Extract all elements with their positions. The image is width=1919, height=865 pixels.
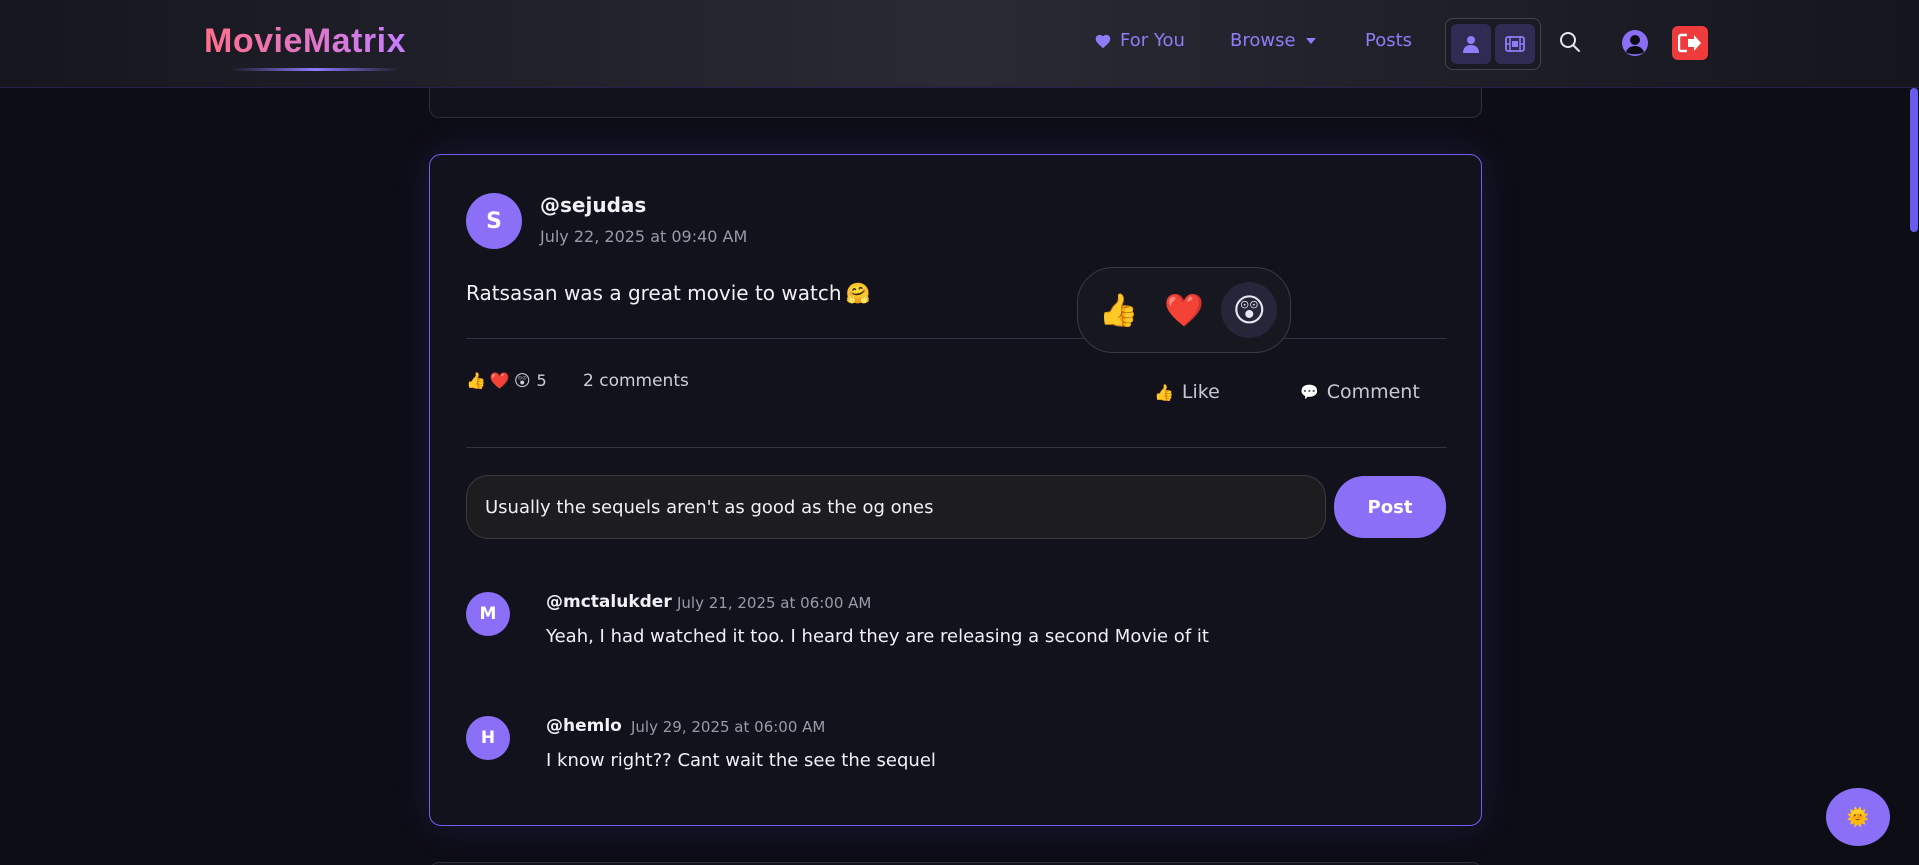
- logo-underline: [230, 68, 400, 71]
- astonished-emoji-icon: 😲: [513, 371, 531, 390]
- logout-icon: [1678, 33, 1701, 53]
- chevron-down-icon: [1305, 37, 1316, 44]
- thumbs-up-icon: 👍: [1154, 382, 1174, 402]
- thumbs-up-icon: 👍: [466, 371, 486, 390]
- movie-view-toggle[interactable]: [1495, 24, 1535, 64]
- speech-bubble-icon: 💬: [1300, 383, 1319, 401]
- heart-icon: [1095, 34, 1111, 48]
- post-card: S @sejudas July 22, 2025 at 09:40 AM Rat…: [429, 154, 1482, 826]
- avatar[interactable]: S: [466, 193, 522, 249]
- view-toggle-group: [1445, 18, 1541, 70]
- comment-timestamp: July 21, 2025 at 06:00 AM: [677, 594, 872, 612]
- reaction-heart-icon[interactable]: ❤️: [1156, 282, 1212, 338]
- comment-item: H @hemlo July 29, 2025 at 06:00 AM I kno…: [466, 716, 1446, 776]
- nav-for-you[interactable]: For You: [1094, 30, 1185, 51]
- logo[interactable]: MovieMatrix: [204, 22, 406, 61]
- comments-count-link[interactable]: 2 comments: [583, 371, 689, 391]
- comment-text: I know right?? Cant wait the see the seq…: [546, 750, 936, 771]
- comment-label: Comment: [1326, 381, 1420, 403]
- person-icon: [1463, 36, 1479, 53]
- nav-for-you-label: For You: [1120, 30, 1185, 51]
- divider: [466, 338, 1447, 339]
- search-button[interactable]: [1556, 28, 1584, 56]
- comment-item: M @mctalukder July 21, 2025 at 06:00 AM …: [466, 592, 1446, 652]
- logout-button[interactable]: [1672, 26, 1708, 60]
- reaction-astonished-icon[interactable]: 😲: [1221, 282, 1278, 338]
- post-timestamp: July 22, 2025 at 09:40 AM: [540, 227, 748, 246]
- hugging-face-emoji-icon: 🤗: [845, 281, 871, 305]
- reaction-picker: 👍 ❤️ 😲: [1077, 267, 1291, 353]
- post-username[interactable]: @sejudas: [540, 193, 646, 217]
- sun-icon: 🌞: [1846, 806, 1870, 828]
- nav-browse-label: Browse: [1230, 30, 1296, 51]
- comment-button[interactable]: 💬 Comment: [1300, 381, 1420, 403]
- reaction-thumbs-up-icon[interactable]: 👍: [1091, 282, 1147, 338]
- divider: [466, 447, 1447, 448]
- theme-toggle-button[interactable]: 🌞: [1826, 788, 1890, 846]
- heart-emoji-icon: ❤️: [489, 371, 510, 390]
- film-icon: [1505, 36, 1525, 52]
- comment-username[interactable]: @hemlo: [546, 716, 622, 736]
- post-comment-button[interactable]: Post: [1334, 476, 1446, 538]
- nav-browse-dropdown[interactable]: Browse: [1230, 30, 1316, 51]
- user-circle-icon: [1622, 30, 1648, 56]
- reaction-summary[interactable]: 👍 ❤️ 😲 5: [466, 371, 547, 390]
- avatar[interactable]: M: [466, 592, 510, 636]
- avatar[interactable]: H: [466, 716, 510, 760]
- comment-timestamp: July 29, 2025 at 06:00 AM: [631, 718, 826, 736]
- post-content: Ratsasan was a great movie to watch 🤗: [466, 281, 870, 305]
- comment-text: Yeah, I had watched it too. I heard they…: [546, 626, 1209, 647]
- reaction-count: 5: [536, 371, 547, 390]
- navbar: MovieMatrix For You Browse Posts: [0, 0, 1919, 88]
- like-label: Like: [1181, 381, 1220, 403]
- comment-username[interactable]: @mctalukder: [546, 592, 672, 612]
- user-view-toggle[interactable]: [1451, 24, 1491, 64]
- post-text: Ratsasan was a great movie to watch: [466, 281, 842, 305]
- comment-input[interactable]: [466, 475, 1326, 539]
- nav-posts[interactable]: Posts: [1365, 30, 1412, 51]
- profile-button[interactable]: [1620, 28, 1650, 58]
- search-icon: [1560, 32, 1580, 52]
- scrollbar-thumb[interactable]: [1910, 88, 1918, 232]
- like-button[interactable]: 👍 Like: [1154, 381, 1220, 403]
